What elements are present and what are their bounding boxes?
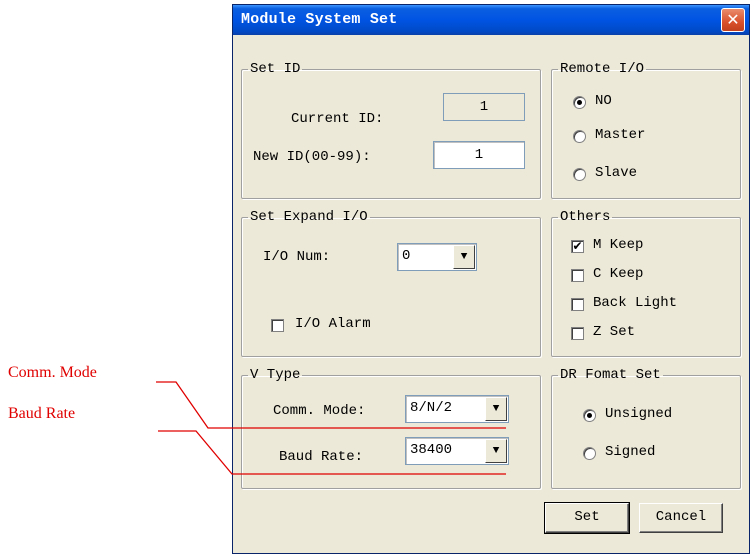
baud-rate-label: Baud Rate:	[279, 449, 364, 465]
io-num-value: 0	[402, 248, 411, 264]
others-legend: Others	[560, 209, 611, 225]
set-expand-io-legend: Set Expand I/O	[250, 209, 368, 225]
baud-rate-value: 38400	[410, 442, 453, 458]
set-id-legend: Set ID	[250, 61, 301, 77]
io-num-label: I/O Num:	[263, 249, 331, 265]
io-num-select[interactable]: 0 ▼	[397, 243, 477, 271]
current-id-field: 1	[443, 93, 525, 121]
m-keep-checkbox[interactable]: ✔	[571, 240, 584, 253]
set-id-group: Set ID	[241, 61, 541, 199]
c-keep-checkbox[interactable]	[571, 269, 584, 282]
radio-signed-label: Signed	[605, 444, 656, 460]
m-keep-label: M Keep	[593, 237, 644, 253]
z-set-checkbox[interactable]	[571, 327, 584, 340]
back-light-checkbox[interactable]	[571, 298, 584, 311]
remote-io-legend: Remote I/O	[560, 61, 645, 77]
radio-no-label: NO	[595, 93, 612, 109]
dialog-title: Module System Set	[241, 11, 398, 28]
radio-master[interactable]	[573, 130, 586, 143]
new-id-input[interactable]: 1	[433, 141, 525, 169]
radio-signed[interactable]	[583, 447, 596, 460]
io-alarm-checkbox[interactable]	[271, 319, 284, 332]
annotation-baud-rate: Baud Rate	[8, 405, 76, 422]
io-alarm-label: I/O Alarm	[295, 316, 371, 332]
annotation-comm-mode: Comm. Mode	[8, 364, 97, 381]
comm-mode-select[interactable]: 8/N/2 ▼	[405, 395, 509, 423]
baud-rate-select[interactable]: 38400 ▼	[405, 437, 509, 465]
module-system-set-dialog: Module System Set ✕ Set ID Current ID: 1…	[232, 4, 750, 554]
comm-mode-label: Comm. Mode:	[273, 403, 366, 419]
radio-slave[interactable]	[573, 168, 586, 181]
set-expand-io-group: Set Expand I/O	[241, 209, 541, 357]
set-button[interactable]: Set	[544, 502, 630, 534]
radio-unsigned[interactable]	[583, 409, 596, 422]
close-button[interactable]: ✕	[721, 8, 745, 32]
radio-no[interactable]	[573, 96, 586, 109]
radio-master-label: Master	[595, 127, 646, 143]
dr-format-legend: DR Fomat Set	[560, 367, 661, 383]
cancel-button[interactable]: Cancel	[639, 503, 723, 533]
current-id-label: Current ID:	[291, 111, 384, 127]
c-keep-label: C Keep	[593, 266, 644, 282]
title-bar[interactable]: Module System Set ✕	[233, 5, 749, 35]
z-set-label: Z Set	[593, 324, 636, 340]
v-type-group: V Type	[241, 367, 541, 489]
v-type-legend: V Type	[250, 367, 301, 383]
close-icon: ✕	[726, 10, 740, 29]
dr-format-group: DR Fomat Set	[551, 367, 741, 489]
chevron-down-icon[interactable]: ▼	[485, 397, 507, 421]
chevron-down-icon[interactable]: ▼	[485, 439, 507, 463]
radio-unsigned-label: Unsigned	[605, 406, 673, 422]
new-id-label: New ID(00-99):	[253, 149, 371, 165]
chevron-down-icon[interactable]: ▼	[453, 245, 475, 269]
comm-mode-value: 8/N/2	[410, 400, 453, 416]
check-mark-icon: ✔	[572, 239, 583, 253]
radio-slave-label: Slave	[595, 165, 638, 181]
back-light-label: Back Light	[593, 295, 678, 311]
